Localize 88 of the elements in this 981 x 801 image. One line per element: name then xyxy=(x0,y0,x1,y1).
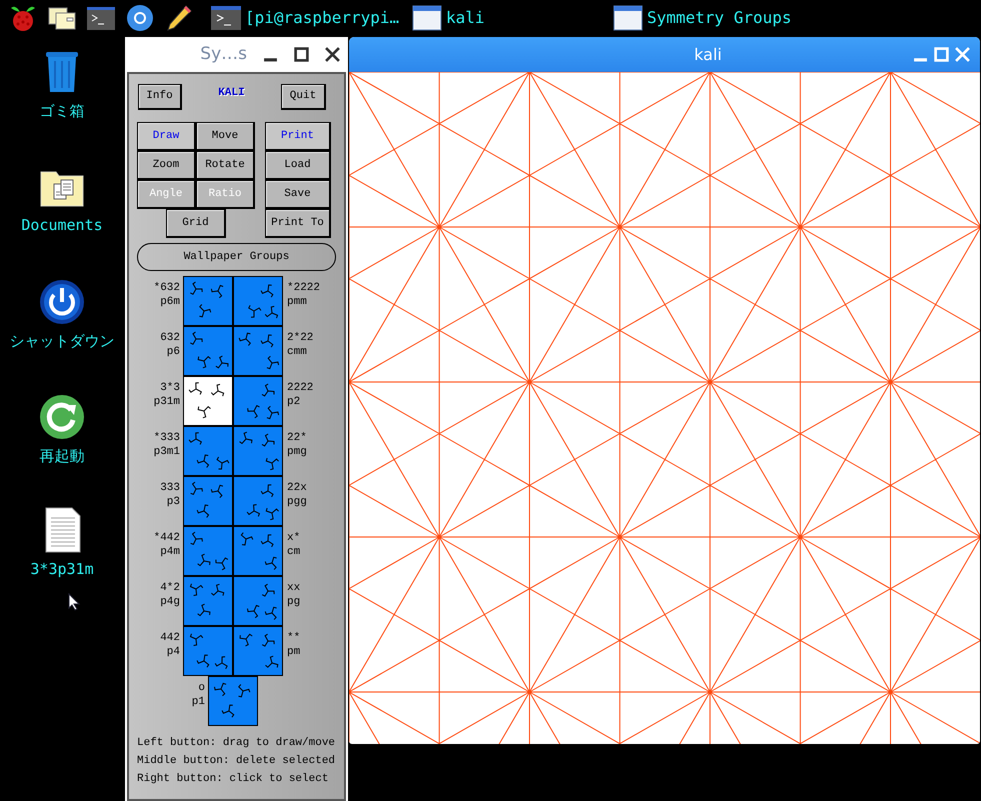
group-name-label: p6 xyxy=(166,345,180,359)
group-name-label: cmm xyxy=(287,345,308,359)
group-name-label: p3 xyxy=(166,495,180,509)
tool-button[interactable]: Zoom xyxy=(137,151,196,180)
orbifold-label: x* xyxy=(287,531,302,545)
group-name-label: pgg xyxy=(287,495,308,509)
help-text: Middle button: delete selected xyxy=(137,754,336,769)
file-button[interactable]: Load xyxy=(265,151,331,180)
group-name-label: pmg xyxy=(287,445,308,459)
orbifold-label: o xyxy=(197,681,205,695)
taskbar-task[interactable]: kali xyxy=(411,4,612,32)
group-name-label: p31m xyxy=(152,395,180,409)
quit-button[interactable]: Quit xyxy=(281,84,326,110)
file-button[interactable]: Print To xyxy=(265,209,331,238)
browser-icon[interactable] xyxy=(125,3,155,33)
wallpaper-group-tile[interactable] xyxy=(208,676,258,726)
wallpaper-group-tile[interactable] xyxy=(183,376,233,426)
window-title: kali xyxy=(694,44,722,66)
orbifold-label: 4*2 xyxy=(159,581,180,595)
orbifold-label: 442 xyxy=(159,631,180,645)
file-button[interactable]: Save xyxy=(265,180,331,209)
taskbar-task[interactable]: [pi@raspberrypi… xyxy=(210,4,411,32)
desktop-icon-label[interactable]: シャットダウン xyxy=(10,330,114,352)
taskbar-task[interactable]: Symmetry Groups xyxy=(612,4,813,32)
group-name-label: pg xyxy=(287,595,302,609)
wallpaper-group-tile[interactable] xyxy=(183,526,233,576)
wallpaper-group-tile[interactable] xyxy=(233,376,283,426)
tool-button[interactable]: Grid xyxy=(166,209,226,238)
group-name-label: p2 xyxy=(287,395,302,409)
tool-button[interactable]: Move xyxy=(196,122,255,151)
wallpaper-group-tile[interactable] xyxy=(233,426,283,476)
orbifold-label: xx xyxy=(287,581,302,595)
window-title: Sy…s xyxy=(200,42,247,66)
orbifold-label: ** xyxy=(287,631,302,645)
group-name-label: cm xyxy=(287,545,302,559)
orbifold-label: *333 xyxy=(152,431,180,445)
help-text: Left button: drag to draw/move xyxy=(137,736,336,751)
wallpaper-group-tile[interactable] xyxy=(183,626,233,676)
info-button[interactable]: Info xyxy=(138,84,182,110)
logo-text: KALI xyxy=(218,86,245,101)
group-name-label: pm xyxy=(287,645,302,659)
group-name-label: p4g xyxy=(159,595,180,609)
window-icon xyxy=(612,4,644,32)
orbifold-label: 3*3 xyxy=(159,381,180,395)
orbifold-label: 632 xyxy=(159,331,180,345)
pencil-icon[interactable] xyxy=(164,3,194,33)
orbifold-label: 333 xyxy=(159,481,180,495)
wallpaper-group-tile[interactable] xyxy=(233,576,283,626)
group-name-label: pmm xyxy=(287,295,308,309)
desktop-icon-label[interactable]: ゴミ箱 xyxy=(40,100,84,122)
wallpaper-group-tile[interactable] xyxy=(183,476,233,526)
wallpaper-group-tile[interactable] xyxy=(183,576,233,626)
group-name-label: p4 xyxy=(166,645,180,659)
restart-icon[interactable] xyxy=(38,393,86,441)
wallpaper-group-tile[interactable] xyxy=(233,276,283,326)
desktop-icon-label[interactable]: Documents xyxy=(21,214,103,236)
group-name-label: p4m xyxy=(159,545,180,559)
group-name-label: p6m xyxy=(159,295,180,309)
terminal-icon xyxy=(210,4,242,32)
wallpaper-group-tile[interactable] xyxy=(183,276,233,326)
wallpaper-group-tile[interactable] xyxy=(183,326,233,376)
tool-button[interactable]: Draw xyxy=(137,122,196,151)
wallpaper-group-tile[interactable] xyxy=(233,476,283,526)
orbifold-label: *442 xyxy=(152,531,180,545)
orbifold-label: 22* xyxy=(287,431,308,445)
orbifold-label: 2222 xyxy=(287,381,314,395)
file-button[interactable]: Print xyxy=(265,122,331,151)
mouse-cursor-icon xyxy=(68,593,80,611)
wallpaper-group-tile[interactable] xyxy=(233,526,283,576)
group-name-label: p1 xyxy=(190,695,205,709)
desktop-icon-label[interactable]: 再起動 xyxy=(40,445,84,468)
wallpaper-group-tile[interactable] xyxy=(183,426,233,476)
desktop-icon-label[interactable]: 3*3p31m xyxy=(30,558,94,580)
help-text: Right button: click to select xyxy=(137,772,330,787)
power-icon[interactable] xyxy=(38,278,86,326)
tool-button[interactable]: Rotate xyxy=(196,151,255,180)
wallpaper-group-tile[interactable] xyxy=(233,626,283,676)
orbifold-label: *632 xyxy=(152,281,180,295)
orbifold-label: 22x xyxy=(287,481,308,495)
symmetry-pattern-drawing[interactable] xyxy=(349,72,980,744)
maximize-icon[interactable] xyxy=(294,47,309,62)
window-icon xyxy=(411,4,443,32)
close-icon[interactable] xyxy=(325,47,340,62)
orbifold-label: *2222 xyxy=(287,281,322,295)
group-name-label: p3m1 xyxy=(152,445,180,459)
wallpaper-groups-button[interactable]: Wallpaper Groups xyxy=(137,243,336,271)
wallpaper-group-tile[interactable] xyxy=(233,326,283,376)
orbifold-label: 2*22 xyxy=(287,331,314,345)
